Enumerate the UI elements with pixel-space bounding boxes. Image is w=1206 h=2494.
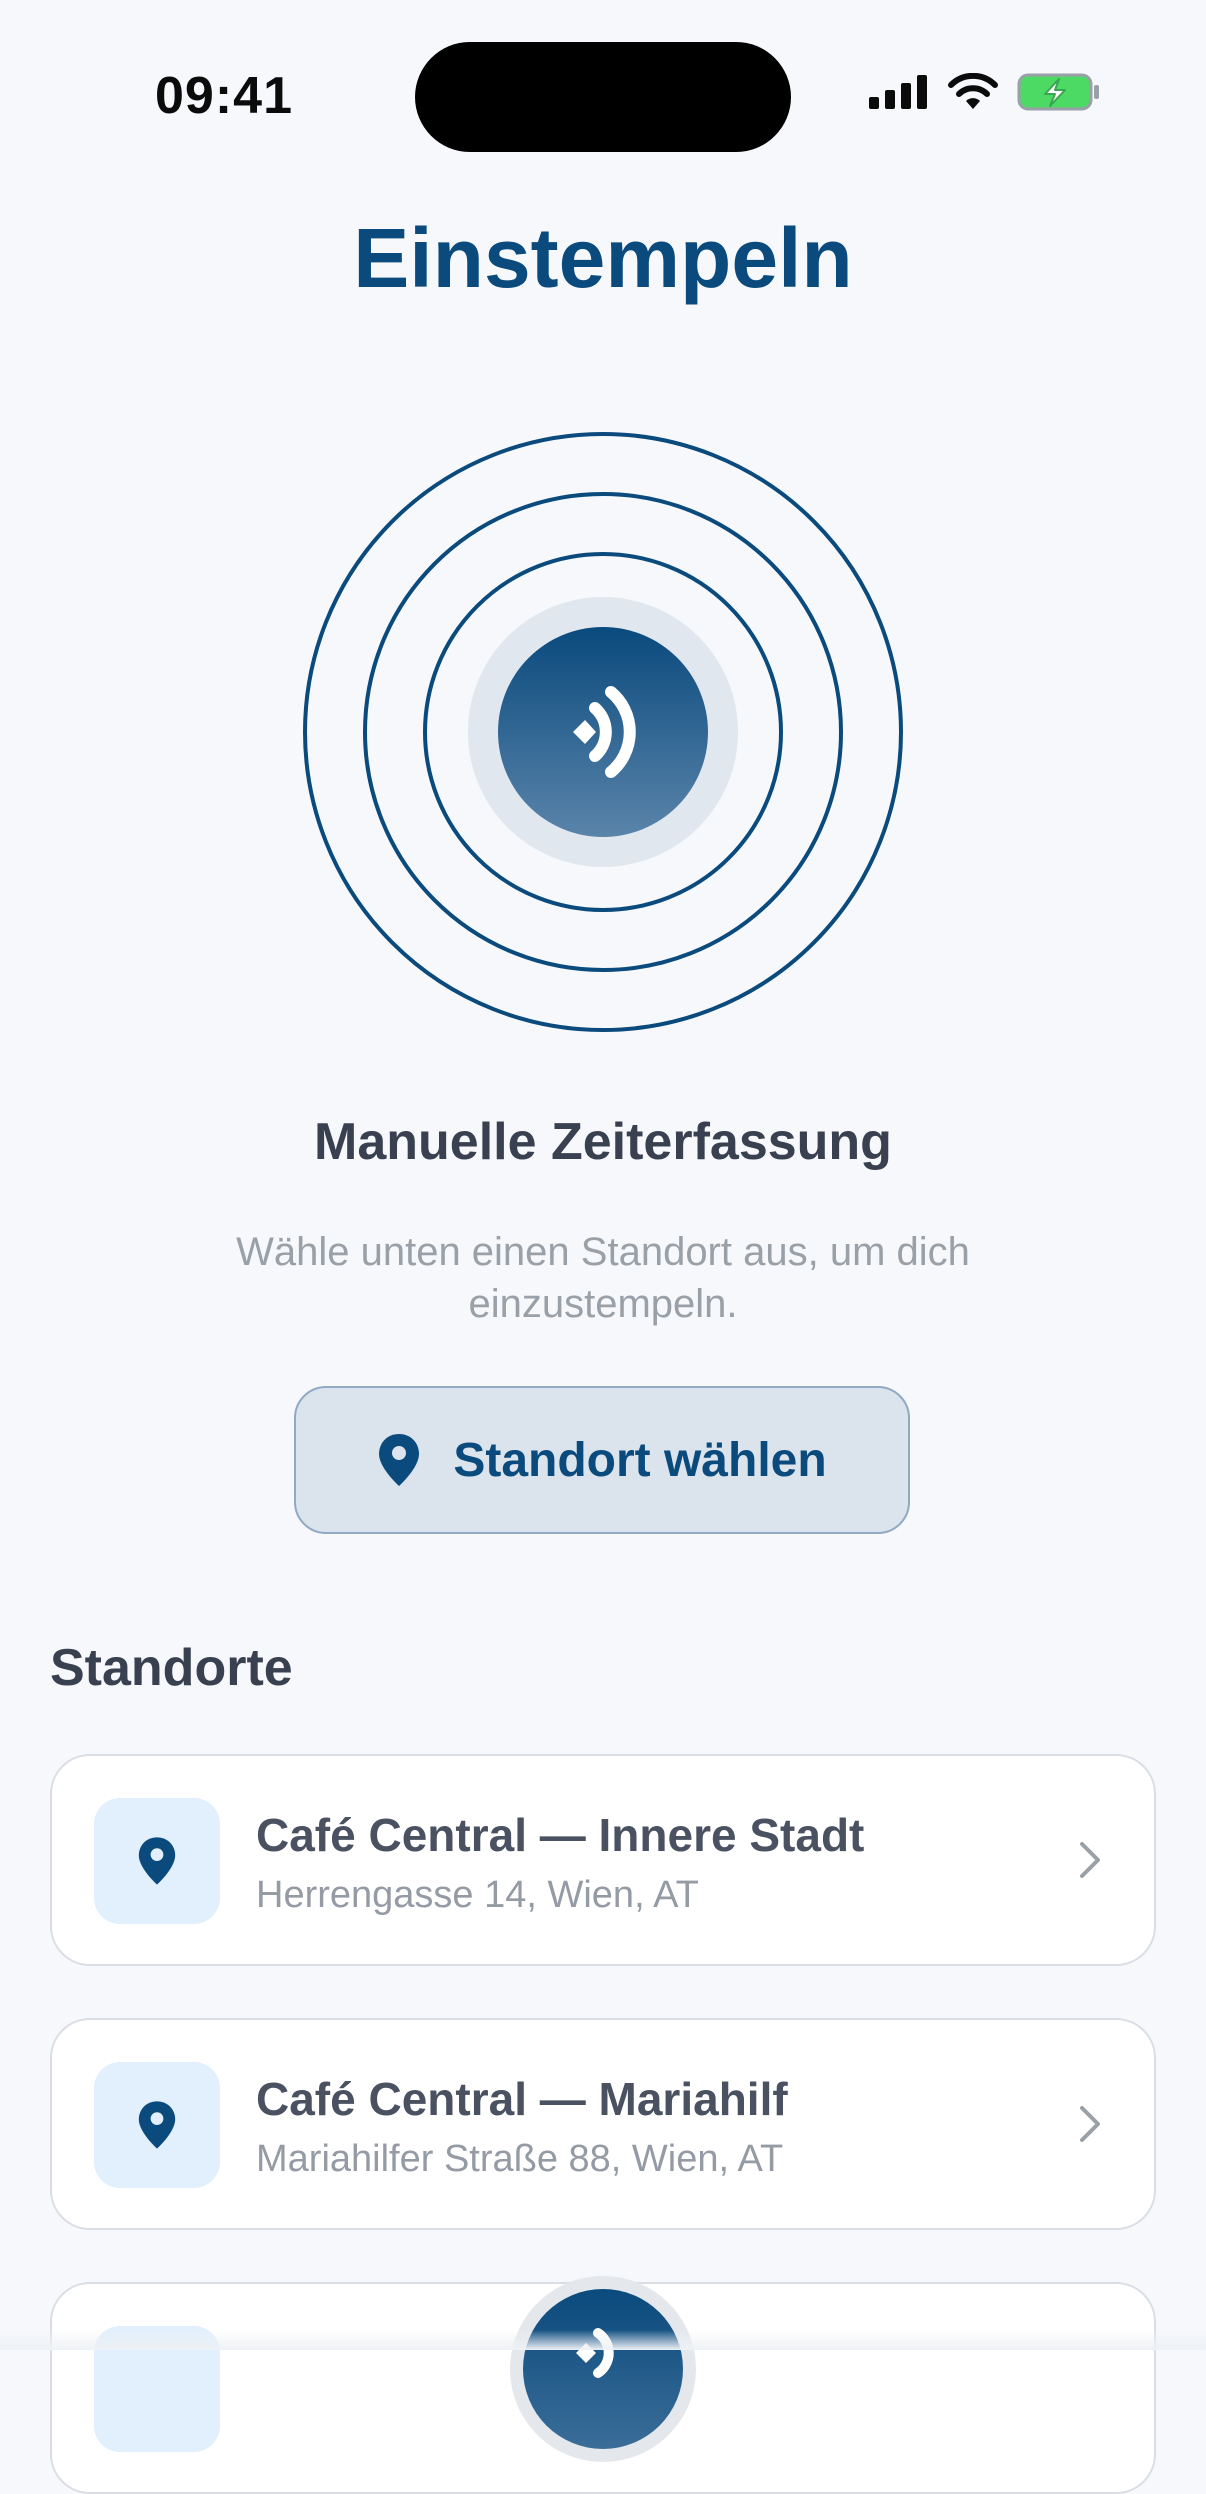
nfc-scan-area[interactable] [303,432,903,1032]
choose-location-label: Standort wählen [453,1433,827,1487]
location-address: Herrengasse 14, Wien, AT [256,1874,699,1916]
cellular-signal-icon [869,75,927,109]
choose-location-button[interactable]: Standort wählen [294,1386,910,1534]
dynamic-island [415,42,791,152]
nfc-scan-fab[interactable] [510,2276,696,2462]
page-title: Einstempeln [353,211,853,305]
location-card[interactable]: Café Central — Mariahilf Mariahilfer Str… [50,2018,1156,2230]
status-bar: 09:41 [0,0,1206,152]
fab-core [523,2289,683,2449]
location-name: Café Central — Mariahilf [256,2073,788,2125]
map-pin-icon [138,2101,176,2149]
location-name: Café Central — Innere Stadt [256,1809,865,1861]
location-icon-box [94,1798,220,1924]
wifi-icon [948,73,998,109]
map-pin-icon [138,1837,176,1885]
location-address: Mariahilfer Straße 88, Wien, AT [256,2138,784,2180]
location-card[interactable]: Café Central — Innere Stadt Herrengasse … [50,1754,1156,1966]
chevron-right-icon [1080,2106,1100,2142]
map-pin-icon [379,1434,420,1486]
status-icons [869,72,1101,112]
hero-subtitle: Wähle unten einen Standort aus, um dich … [236,1230,970,1326]
bottom-fade [0,2330,1206,2350]
location-icon-box [94,2062,220,2188]
hero-heading: Manuelle Zeiterfassung [314,1113,892,1171]
locations-section-title: Standorte [50,1639,293,1697]
chevron-right-icon [1080,1842,1100,1878]
battery-charging-icon [1017,73,1099,111]
status-time: 09:41 [155,67,293,125]
